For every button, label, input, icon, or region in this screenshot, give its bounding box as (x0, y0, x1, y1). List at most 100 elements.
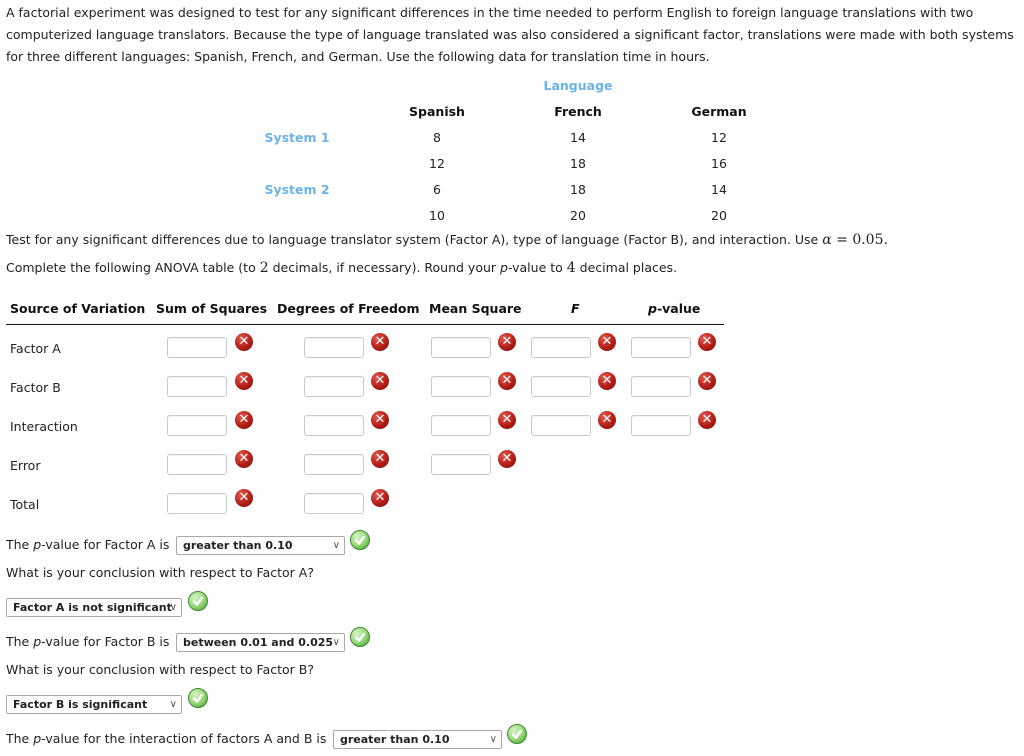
question-conclusion-factor-b: What is your conclusion with respect to … (6, 662, 314, 677)
interaction-p-input[interactable] (631, 415, 691, 436)
chevron-down-icon: ∨ (169, 699, 177, 710)
incorrect-x-icon: ✕ (598, 333, 616, 351)
p-italic: p (33, 634, 42, 649)
question-text: -value for Factor A is (41, 537, 170, 552)
error-ss-input[interactable] (167, 454, 227, 475)
incorrect-x-icon: ✕ (235, 450, 253, 468)
interaction-f-input[interactable] (531, 415, 591, 436)
error-ms-input[interactable] (431, 454, 491, 475)
incorrect-x-icon: ✕ (235, 489, 253, 507)
p-value-factor-b-select[interactable]: between 0.01 and 0.025 ∨ (176, 633, 345, 652)
instructions-text: Complete the following ANOVA table (to (6, 260, 260, 275)
row-label-error: Error (10, 458, 41, 473)
problem-statement: A factorial experiment was designed to t… (6, 5, 1014, 64)
data-cell: 18 (570, 156, 586, 171)
selected-option: Factor A is not significant (13, 601, 172, 614)
factor-b-ms-input[interactable] (431, 376, 491, 397)
incorrect-x-icon: ✕ (235, 411, 253, 429)
factor-b-f-input[interactable] (531, 376, 591, 397)
chevron-down-icon: ∨ (489, 734, 497, 745)
question-p-value-interaction: The p-value for the interaction of facto… (6, 731, 326, 746)
incorrect-x-icon: ✕ (498, 333, 516, 351)
column-header-spanish: Spanish (409, 104, 465, 119)
total-df-input[interactable] (304, 493, 364, 514)
interaction-ms-input[interactable] (431, 415, 491, 436)
p-value-factor-a-select[interactable]: greater than 0.10 ∨ (176, 536, 345, 555)
instructions-text: Test for any significant differences due… (6, 232, 823, 247)
factor-a-ss-input[interactable] (167, 337, 227, 358)
factor-a-f-input[interactable] (531, 337, 591, 358)
incorrect-x-icon: ✕ (498, 411, 516, 429)
error-df-input[interactable] (304, 454, 364, 475)
selected-option: greater than 0.10 (183, 539, 293, 552)
header-mean-square: Mean Square (429, 301, 522, 316)
instructions-text: -value to (507, 260, 567, 275)
data-cell: 12 (429, 156, 445, 171)
factor-b-p-input[interactable] (631, 376, 691, 397)
data-cell: 14 (711, 182, 727, 197)
data-cell: 6 (433, 182, 441, 197)
selected-option: Factor B is significant (13, 698, 148, 711)
instructions-line-2: Complete the following ANOVA table (to 2… (6, 260, 677, 276)
decimals-number: 2 (259, 260, 269, 276)
p-italic: p (33, 731, 42, 746)
incorrect-x-icon: ✕ (698, 333, 716, 351)
data-cell: 18 (570, 182, 586, 197)
incorrect-x-icon: ✕ (498, 450, 516, 468)
question-text: The (6, 634, 34, 649)
row-label-system-1: System 1 (264, 130, 330, 145)
header-source-of-variation: Source of Variation (10, 301, 146, 316)
incorrect-x-icon: ✕ (371, 372, 389, 390)
header-p-value-text: -value (656, 301, 701, 316)
incorrect-x-icon: ✕ (235, 372, 253, 390)
instructions-line-1: Test for any significant differences due… (6, 232, 888, 248)
factor-a-p-input[interactable] (631, 337, 691, 358)
interaction-df-input[interactable] (304, 415, 364, 436)
incorrect-x-icon: ✕ (698, 372, 716, 390)
question-text: -value for the interaction of factors A … (41, 731, 327, 746)
incorrect-x-icon: ✕ (371, 489, 389, 507)
conclusion-factor-a-select[interactable]: Factor A is not significant ∨ (6, 598, 182, 617)
data-cell: 10 (429, 208, 445, 223)
factor-b-label: Language (543, 78, 613, 93)
p-italic: p (648, 301, 657, 316)
total-ss-input[interactable] (167, 493, 227, 514)
p-italic: p (500, 260, 508, 275)
header-f: F (571, 301, 580, 316)
incorrect-x-icon: ✕ (598, 372, 616, 390)
alpha-value: = 0.05 (831, 232, 884, 248)
column-header-french: French (554, 104, 602, 119)
instructions-text: decimals, if necessary). Round your (268, 260, 501, 275)
data-cell: 20 (570, 208, 586, 223)
incorrect-x-icon: ✕ (698, 411, 716, 429)
chevron-down-icon: ∨ (332, 540, 340, 551)
data-cell: 12 (711, 130, 727, 145)
data-cell: 16 (711, 156, 727, 171)
data-cell: 8 (433, 130, 441, 145)
header-degrees-of-freedom: Degrees of Freedom (277, 301, 420, 316)
header-sum-of-squares: Sum of Squares (156, 301, 268, 316)
question-text: -value for Factor B is (41, 634, 170, 649)
header-divider (6, 324, 724, 325)
incorrect-x-icon: ✕ (371, 450, 389, 468)
correct-check-icon (350, 530, 370, 550)
correct-check-icon (188, 688, 208, 708)
conclusion-factor-b-select[interactable]: Factor B is significant ∨ (6, 695, 182, 714)
row-label-factor-b: Factor B (10, 380, 61, 395)
p-value-interaction-select[interactable]: greater than 0.10 ∨ (333, 730, 502, 749)
selected-option: greater than 0.10 (340, 733, 450, 746)
period: . (883, 232, 888, 248)
column-header-german: German (691, 104, 747, 119)
interaction-ss-input[interactable] (167, 415, 227, 436)
alpha-symbol: α (822, 232, 832, 248)
incorrect-x-icon: ✕ (371, 333, 389, 351)
header-p-value: p-value (648, 301, 700, 316)
incorrect-x-icon: ✕ (498, 372, 516, 390)
data-cell: 14 (570, 130, 586, 145)
factor-a-df-input[interactable] (304, 337, 364, 358)
factor-b-ss-input[interactable] (167, 376, 227, 397)
factor-a-ms-input[interactable] (431, 337, 491, 358)
factor-b-df-input[interactable] (304, 376, 364, 397)
instructions-text: decimal places. (575, 260, 678, 275)
row-label-system-2: System 2 (264, 182, 330, 197)
